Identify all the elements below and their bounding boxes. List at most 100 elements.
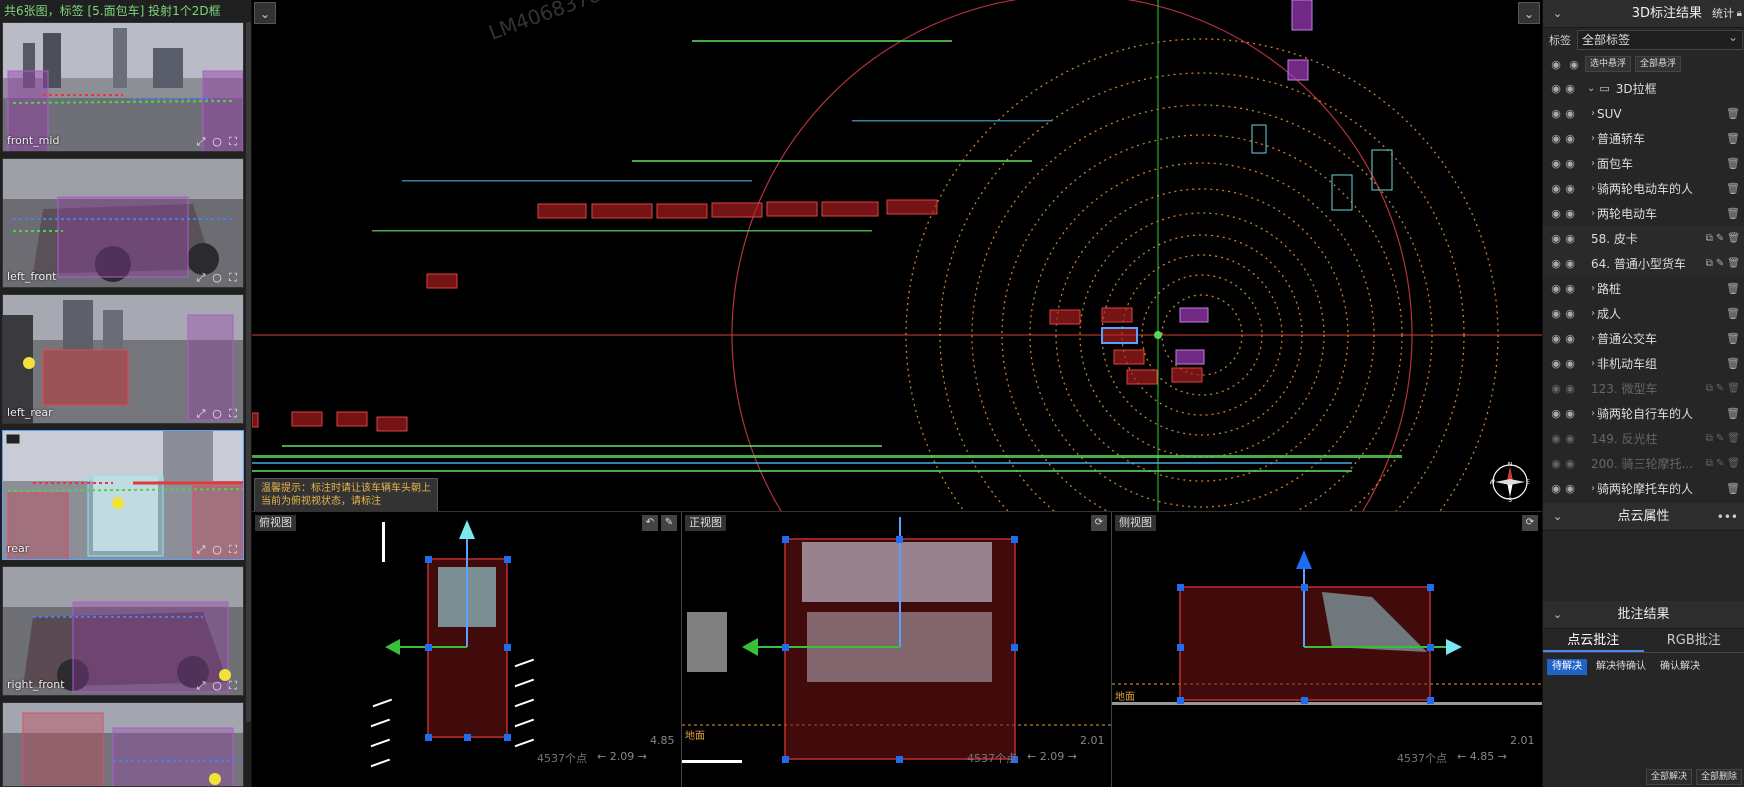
chevron-right-icon[interactable]: › bbox=[1591, 108, 1595, 119]
expand-icon[interactable]: ⤢ bbox=[195, 680, 207, 692]
tree-row[interactable]: ◉ ◉ › 路桩 🗑︎ bbox=[1543, 276, 1744, 301]
eye-icon[interactable]: ◉ bbox=[1563, 307, 1577, 320]
expand-icon[interactable]: ⤢ bbox=[195, 272, 207, 284]
trash-icon[interactable]: 🗑︎ bbox=[1726, 107, 1740, 120]
chevron-right-icon[interactable]: › bbox=[1591, 183, 1595, 194]
copy-icon[interactable]: ⧉ bbox=[1706, 233, 1713, 244]
trash-icon[interactable]: 🗑︎ bbox=[1727, 458, 1740, 469]
comments-header[interactable]: ⌄ 批注结果 bbox=[1543, 601, 1744, 629]
tree-row[interactable]: ◉ ◉ › 普通轿车 🗑︎ bbox=[1543, 126, 1744, 151]
copy-icon[interactable]: ⧉ bbox=[1706, 258, 1713, 269]
edit-icon[interactable]: ✎ bbox=[1716, 258, 1724, 269]
edit-icon[interactable]: ✎ bbox=[661, 515, 677, 531]
copy-icon[interactable]: ⧉ bbox=[1706, 383, 1713, 394]
tree-row[interactable]: ◉ ◉ › 普通公交车 🗑︎ bbox=[1543, 326, 1744, 351]
eye-icon[interactable]: ◉ bbox=[1563, 332, 1577, 345]
eye-icon[interactable]: ◉ bbox=[1549, 182, 1563, 195]
select-float-button[interactable]: 选中悬浮 bbox=[1585, 56, 1632, 72]
front-view[interactable]: 正视图 ⟳ 地面 4537个点 ← 2.09 → 2.01 bbox=[682, 512, 1112, 787]
status-pending-button[interactable]: 待解决 bbox=[1547, 659, 1587, 675]
tab-rgb-comments[interactable]: RGB批注 bbox=[1644, 629, 1744, 652]
eye-icon[interactable]: ◉ bbox=[1549, 157, 1563, 170]
delete-all-button[interactable]: 全部删除 bbox=[1695, 769, 1742, 785]
crop-icon[interactable]: ⛶ bbox=[227, 408, 239, 420]
eye-icon[interactable]: ◉ bbox=[1563, 82, 1577, 95]
camera-right-front[interactable]: right_front ⤢ ○ ⛶ bbox=[2, 566, 244, 696]
crop-icon[interactable]: ⛶ bbox=[227, 136, 239, 148]
rotate-icon[interactable]: ○ bbox=[211, 408, 223, 420]
eye-icon[interactable]: ◉ bbox=[1549, 82, 1563, 95]
eye-icon[interactable]: ◉ bbox=[1563, 257, 1577, 270]
eye-icon[interactable]: ◉ bbox=[1563, 482, 1577, 495]
crop-icon[interactable]: ⛶ bbox=[227, 544, 239, 556]
trash-icon[interactable]: 🗑︎ bbox=[1726, 282, 1740, 295]
eye-icon[interactable]: ◉ bbox=[1563, 457, 1577, 470]
tree-row[interactable]: ◉ ◉ › 骑两轮摩托车的人 🗑︎ bbox=[1543, 476, 1744, 501]
chevron-down-icon[interactable]: ⌄ bbox=[1587, 83, 1595, 94]
eye-icon[interactable]: ◉ bbox=[1563, 357, 1577, 370]
eye-icon[interactable]: ◉ bbox=[1549, 58, 1563, 71]
edit-icon[interactable]: ✎ bbox=[1716, 458, 1724, 469]
lock-icon[interactable]: 🔒︎ bbox=[1737, 0, 1742, 28]
label-filter-select[interactable]: 全部标签 bbox=[1577, 28, 1743, 50]
tree-root[interactable]: ◉ ◉ ⌄ ▭ 3D拉框 bbox=[1543, 76, 1744, 101]
eye-icon[interactable]: ◉ bbox=[1549, 282, 1563, 295]
eye-icon[interactable]: ◉ bbox=[1549, 482, 1563, 495]
eye-icon[interactable]: ◉ bbox=[1563, 432, 1577, 445]
edit-icon[interactable]: ✎ bbox=[1716, 433, 1724, 444]
rotate-icon[interactable]: ○ bbox=[211, 136, 223, 148]
collapse-left-button[interactable]: ⌄ bbox=[254, 2, 276, 24]
eye-icon[interactable]: ◉ bbox=[1563, 157, 1577, 170]
rotate-icon[interactable]: ○ bbox=[211, 680, 223, 692]
chevron-right-icon[interactable]: › bbox=[1591, 308, 1595, 319]
camera-strip-scrollbar[interactable] bbox=[246, 22, 251, 722]
trash-icon[interactable]: 🗑︎ bbox=[1726, 357, 1740, 370]
eye-icon[interactable]: ◉ bbox=[1549, 132, 1563, 145]
edit-icon[interactable]: ✎ bbox=[1716, 233, 1724, 244]
trash-icon[interactable]: 🗑︎ bbox=[1726, 332, 1740, 345]
edit-icon[interactable]: ✎ bbox=[1716, 383, 1724, 394]
top-view[interactable]: 俯视图 ↶ ✎ 4537个点 ← 2.09 → 4.85 bbox=[252, 512, 682, 787]
trash-icon[interactable]: 🗑︎ bbox=[1727, 258, 1740, 269]
crop-icon[interactable]: ⛶ bbox=[227, 680, 239, 692]
tree-row[interactable]: ◉ ◉ 64. 普通小型货车 ⧉ ✎ 🗑︎ bbox=[1543, 251, 1744, 276]
more-icon[interactable]: ••• bbox=[1717, 503, 1738, 531]
statistics-link[interactable]: 统计 bbox=[1712, 0, 1734, 28]
status-to-confirm-button[interactable]: 解决待确认 bbox=[1591, 659, 1651, 675]
eye-icon[interactable]: ◉ bbox=[1563, 232, 1577, 245]
chevron-right-icon[interactable]: › bbox=[1591, 158, 1595, 169]
tree-row[interactable]: ◉ ◉ › 两轮电动车 🗑︎ bbox=[1543, 201, 1744, 226]
chevron-right-icon[interactable]: › bbox=[1591, 358, 1595, 369]
tree-row[interactable]: ◉ ◉ 149. 反光柱 ⧉ ✎ 🗑︎ bbox=[1543, 426, 1744, 451]
trash-icon[interactable]: 🗑︎ bbox=[1726, 407, 1740, 420]
resolve-all-button[interactable]: 全部解决 bbox=[1645, 769, 1692, 785]
tree-row[interactable]: ◉ ◉ 58. 皮卡 ⧉ ✎ 🗑︎ bbox=[1543, 226, 1744, 251]
rotate-icon[interactable]: ○ bbox=[211, 272, 223, 284]
eye-icon[interactable]: ◉ bbox=[1549, 332, 1563, 345]
crop-icon[interactable]: ⛶ bbox=[227, 272, 239, 284]
eye-icon[interactable]: ◉ bbox=[1563, 207, 1577, 220]
trash-icon[interactable]: 🗑︎ bbox=[1727, 383, 1740, 394]
rotate-icon[interactable]: ⟳ bbox=[1091, 515, 1107, 531]
rotate-icon[interactable]: ○ bbox=[211, 544, 223, 556]
eye-icon[interactable]: ◉ bbox=[1549, 457, 1563, 470]
front-view-canvas[interactable] bbox=[682, 512, 1112, 787]
point-cloud-props-header[interactable]: ⌄ 点云属性 ••• bbox=[1543, 503, 1744, 531]
copy-icon[interactable]: ⧉ bbox=[1706, 458, 1713, 469]
tree-row[interactable]: ◉ ◉ › SUV 🗑︎ bbox=[1543, 101, 1744, 126]
eye-icon[interactable]: ◉ bbox=[1563, 107, 1577, 120]
copy-icon[interactable]: ⧉ bbox=[1706, 433, 1713, 444]
camera-left-rear[interactable]: left_rear ⤢ ○ ⛶ bbox=[2, 294, 244, 424]
eye-icon[interactable]: ◉ bbox=[1549, 257, 1563, 270]
chevron-right-icon[interactable]: › bbox=[1591, 133, 1595, 144]
point-cloud-view[interactable]: LM4068378 ⌄ ⌄ 温馨提示：标注时请让该车辆车头朝上 当前为俯视视状态… bbox=[252, 0, 1542, 512]
camera-extra[interactable] bbox=[2, 702, 244, 787]
top-view-canvas[interactable] bbox=[252, 512, 682, 787]
expand-icon[interactable]: ⤢ bbox=[195, 136, 207, 148]
collapse-right-button[interactable]: ⌄ bbox=[1518, 2, 1540, 24]
eye-icon[interactable]: ◉ bbox=[1563, 282, 1577, 295]
eye-icon[interactable]: ◉ bbox=[1549, 357, 1563, 370]
tree-row[interactable]: ◉ ◉ 200. 骑三轮摩托... ⧉ ✎ 🗑︎ bbox=[1543, 451, 1744, 476]
eye-icon[interactable]: ◉ bbox=[1549, 207, 1563, 220]
eye-icon[interactable]: ◉ bbox=[1563, 132, 1577, 145]
